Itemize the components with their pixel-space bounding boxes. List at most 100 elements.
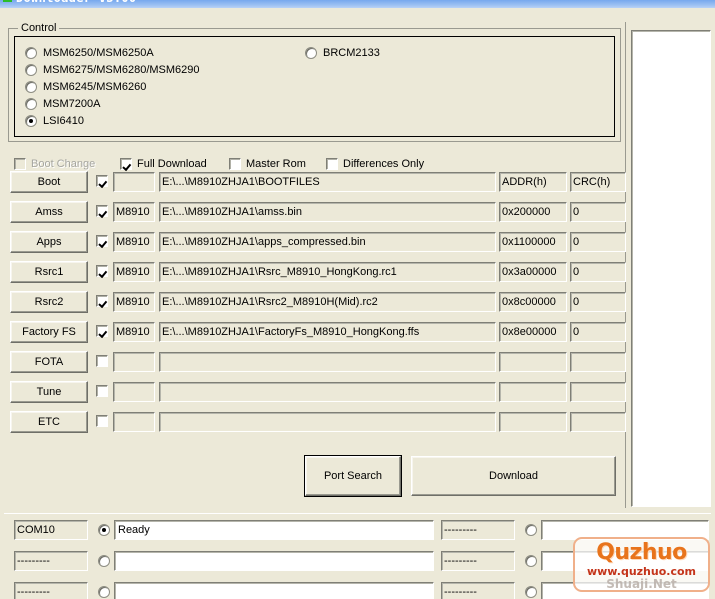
- row-enable-checkbox[interactable]: [96, 205, 108, 217]
- path-field[interactable]: E:\...\M8910ZHJA1\Rsrc_M8910_HongKong.rc…: [159, 262, 496, 282]
- radio-lsi6410[interactable]: LSI6410: [25, 113, 84, 129]
- row-enable-checkbox[interactable]: [96, 325, 108, 337]
- download-button[interactable]: Download: [411, 456, 616, 496]
- port-label: ---------: [14, 582, 88, 599]
- file-row: Apps M8910 E:\...\M8910ZHJA1\apps_compre…: [10, 231, 626, 253]
- port-select-radio[interactable]: [525, 555, 537, 567]
- radio-msm6245[interactable]: MSM6245/MSM6260: [25, 79, 146, 95]
- file-row: Rsrc2 M8910 E:\...\M8910ZHJA1\Rsrc2_M891…: [10, 291, 626, 313]
- browse-button-factory-fs[interactable]: Factory FS: [10, 321, 88, 343]
- port-search-button[interactable]: Port Search: [304, 455, 402, 497]
- address-field[interactable]: 0x200000: [499, 202, 567, 222]
- status-message: [541, 582, 709, 599]
- address-field[interactable]: [499, 352, 567, 372]
- row-enable-checkbox[interactable]: [96, 295, 108, 307]
- port-select-radio[interactable]: [98, 586, 110, 598]
- address-field[interactable]: [499, 382, 567, 402]
- path-field[interactable]: E:\...\M8910ZHJA1\Rsrc2_M8910H(Mid).rc2: [159, 292, 496, 312]
- port-select-radio[interactable]: [525, 524, 537, 536]
- checkbox-full-download[interactable]: Full Download: [120, 156, 207, 172]
- row-enable-checkbox[interactable]: [96, 415, 108, 427]
- browse-button-fota[interactable]: FOTA: [10, 351, 88, 373]
- port-select-radio[interactable]: [98, 555, 110, 567]
- control-group-legend: Control: [18, 22, 60, 34]
- crc-field[interactable]: 0: [570, 292, 626, 312]
- address-field[interactable]: 0x3a00000: [499, 262, 567, 282]
- checkbox-boot-change[interactable]: Boot Change: [14, 156, 95, 172]
- browse-button-rsrc2[interactable]: Rsrc2: [10, 291, 88, 313]
- browse-button-tune[interactable]: Tune: [10, 381, 88, 403]
- crc-field[interactable]: [570, 352, 626, 372]
- radio-label: MSM7200A: [43, 98, 101, 110]
- status-row: ---------: [14, 582, 434, 599]
- port-select-radio[interactable]: [525, 586, 537, 598]
- radio-msm6275[interactable]: MSM6275/MSM6280/MSM6290: [25, 62, 200, 78]
- checkbox-indicator: [14, 158, 26, 170]
- checkbox-differences-only[interactable]: Differences Only: [326, 156, 424, 172]
- model-field[interactable]: [113, 352, 155, 372]
- model-field[interactable]: M8910: [113, 322, 155, 342]
- row-enable-checkbox[interactable]: [96, 355, 108, 367]
- log-output-panel[interactable]: [631, 30, 711, 507]
- crc-field[interactable]: [570, 382, 626, 402]
- model-field[interactable]: [113, 382, 155, 402]
- radio-msm6250[interactable]: MSM6250/MSM6250A: [25, 45, 154, 61]
- status-message: [541, 520, 709, 540]
- path-field[interactable]: E:\...\M8910ZHJA1\FactoryFs_M8910_HongKo…: [159, 322, 496, 342]
- browse-button-boot[interactable]: Boot: [10, 171, 88, 193]
- radio-indicator: [25, 115, 37, 127]
- client-area: Control MSM6250/MSM6250A MSM6275/MSM6280…: [0, 8, 715, 599]
- checkbox-master-rom[interactable]: Master Rom: [229, 156, 306, 172]
- radio-label: MSM6250/MSM6250A: [43, 47, 154, 59]
- checkbox-indicator: [120, 158, 132, 170]
- port-label: ---------: [441, 582, 515, 599]
- browse-button-apps[interactable]: Apps: [10, 231, 88, 253]
- status-row: COM10 Ready: [14, 520, 434, 544]
- model-field[interactable]: [113, 412, 155, 432]
- browse-button-amss[interactable]: Amss: [10, 201, 88, 223]
- model-field[interactable]: M8910: [113, 262, 155, 282]
- browse-button-rsrc1[interactable]: Rsrc1: [10, 261, 88, 283]
- radio-label: BRCM2133: [323, 47, 380, 59]
- address-field[interactable]: [499, 412, 567, 432]
- crc-field[interactable]: [570, 412, 626, 432]
- window-title: Downloader V3.00: [16, 0, 136, 5]
- radio-msm7200a[interactable]: MSM7200A: [25, 96, 100, 112]
- path-field[interactable]: [159, 352, 496, 372]
- crc-field[interactable]: 0: [570, 232, 626, 252]
- browse-button-etc[interactable]: ETC: [10, 411, 88, 433]
- download-options-row: Boot Change Full Download Master Rom Dif…: [10, 156, 610, 172]
- crc-field[interactable]: 0: [570, 202, 626, 222]
- path-field[interactable]: E:\...\M8910ZHJA1\apps_compressed.bin: [159, 232, 496, 252]
- path-field[interactable]: [159, 382, 496, 402]
- port-select-radio[interactable]: [98, 524, 110, 536]
- status-message: [114, 551, 434, 571]
- model-field[interactable]: [113, 172, 155, 192]
- row-enable-checkbox[interactable]: [96, 385, 108, 397]
- path-field[interactable]: E:\...\M8910ZHJA1\BOOTFILES: [159, 172, 496, 192]
- radio-indicator: [25, 81, 37, 93]
- checkbox-label: Boot Change: [31, 158, 96, 170]
- address-field[interactable]: 0x8c00000: [499, 292, 567, 312]
- checkbox-indicator: [326, 158, 338, 170]
- radio-brcm2133[interactable]: BRCM2133: [305, 45, 380, 61]
- address-field[interactable]: 0x8e00000: [499, 322, 567, 342]
- file-row: Rsrc1 M8910 E:\...\M8910ZHJA1\Rsrc_M8910…: [10, 261, 626, 283]
- path-field[interactable]: [159, 412, 496, 432]
- address-header: ADDR(h): [499, 172, 567, 192]
- model-field[interactable]: M8910: [113, 232, 155, 252]
- address-field[interactable]: 0x1100000: [499, 232, 567, 252]
- row-enable-checkbox[interactable]: [96, 265, 108, 277]
- status-row: ---------: [441, 582, 709, 599]
- status-row: ---------: [14, 551, 434, 575]
- crc-field[interactable]: 0: [570, 262, 626, 282]
- title-bar: Downloader V3.00: [0, 0, 715, 8]
- model-field[interactable]: M8910: [113, 292, 155, 312]
- row-enable-checkbox[interactable]: [96, 235, 108, 247]
- row-enable-checkbox[interactable]: [96, 175, 108, 187]
- crc-field[interactable]: 0: [570, 322, 626, 342]
- port-label: ---------: [14, 551, 88, 571]
- path-field[interactable]: E:\...\M8910ZHJA1\amss.bin: [159, 202, 496, 222]
- model-field[interactable]: M8910: [113, 202, 155, 222]
- status-message: Ready: [114, 520, 434, 540]
